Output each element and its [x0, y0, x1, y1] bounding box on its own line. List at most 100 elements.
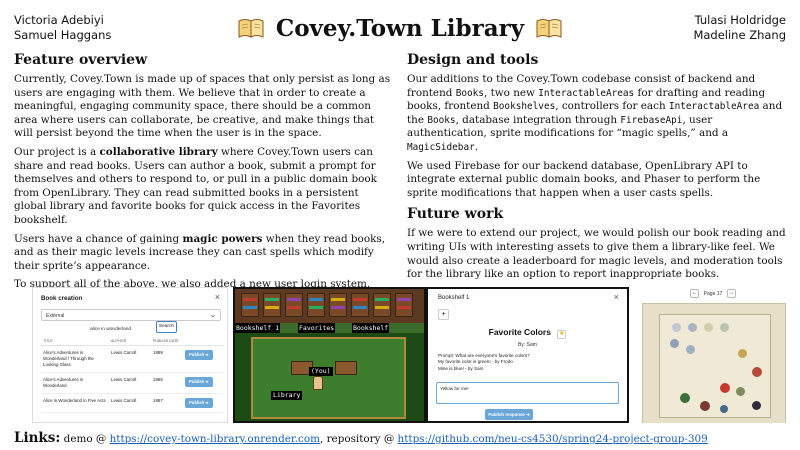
code-text: MagicSidebar: [407, 141, 475, 153]
bookshelf-sprite[interactable]: [373, 293, 391, 317]
bookshelf-sprite[interactable]: [351, 293, 369, 317]
bookshelf-sprite[interactable]: [307, 293, 325, 317]
color-swatch: [672, 323, 681, 332]
author-cell: Lewis Carroll: [109, 372, 151, 394]
section-heading: Feature overview: [14, 52, 148, 68]
color-swatch: [680, 393, 690, 403]
table-row: Alice's Adventures in Wonderland Lewis C…: [41, 372, 223, 394]
publish-button[interactable]: Publish ➔: [185, 350, 213, 360]
color-swatch: [700, 401, 710, 411]
page-number: Page 17: [703, 290, 723, 297]
star-icon[interactable]: ★: [557, 330, 567, 339]
search-input[interactable]: alice in wonderland: [87, 325, 151, 335]
color-swatch: [720, 405, 728, 413]
book-title-cell: Alice's Adventures in Wonderland / Throu…: [41, 345, 109, 373]
next-page-button[interactable]: →: [726, 289, 736, 298]
code-text: Books: [427, 114, 456, 126]
code-text: InteractableAreas: [538, 87, 635, 99]
publish-button[interactable]: Publish ➔: [185, 398, 213, 408]
table-row: Alice's Adventures in Wonderland / Throu…: [41, 345, 223, 373]
book-page-image: [642, 303, 786, 423]
paragraph: Users have a chance of gaining magic pow…: [14, 233, 394, 274]
page-viewer-screenshot: ← Page 17 →: [634, 287, 792, 423]
color-swatch: [752, 367, 762, 377]
source-select[interactable]: External ⌄: [41, 309, 221, 321]
bold-text: collaborative library: [99, 145, 218, 158]
code-text: FirebaseApi: [620, 114, 683, 126]
color-swatch: [738, 349, 747, 358]
column-header: AUTHOR: [109, 337, 151, 346]
links-footer: Links: demo @ https://covey-town-library…: [14, 430, 794, 447]
close-icon[interactable]: ×: [614, 292, 619, 302]
favorites-label: Favorites: [298, 323, 336, 333]
paragraph: We used Firebase for our backend databas…: [407, 159, 761, 199]
bold-text: magic powers: [182, 232, 263, 245]
authors-right: Tulasi Holdridge Madeline Zhang: [693, 13, 786, 43]
library-area-label: Library: [271, 391, 303, 400]
page-title: Covey.Town Library: [0, 12, 800, 46]
title-text: Covey.Town Library: [275, 15, 525, 42]
bookshelf-screenshot: Bookshelf 1 × + Favorite Colors ★ By: Sa…: [426, 287, 629, 423]
bookshelf-sprite[interactable]: [285, 293, 303, 317]
color-swatch: [670, 339, 679, 348]
bookshelf-label: Bookshelf: [352, 323, 390, 333]
game-library-screenshot: Bookshelf 1 Favorites Bookshelf (You) Li…: [233, 287, 426, 423]
author-cell: Lewis Carroll: [109, 393, 151, 413]
close-icon[interactable]: ×: [215, 292, 220, 302]
select-value: External: [46, 313, 65, 319]
date-cell: 1889: [151, 345, 183, 373]
bookshelf-wall: [235, 289, 424, 323]
prev-page-button[interactable]: ←: [690, 289, 700, 298]
column-header: PUBLISH DATE: [151, 337, 183, 346]
content-line: Mine is blue! - by Sam: [438, 365, 484, 371]
book-creation-screenshot: Book creation × External ⌄ alice in wond…: [32, 287, 228, 423]
design-tools-section: Design and tools Our additions to the Co…: [407, 51, 787, 287]
book-title: Favorite Colors ★: [428, 327, 627, 339]
text-run: , two new: [483, 86, 539, 99]
author-cell: Lewis Carroll: [109, 345, 151, 373]
book-title-text: Favorite Colors: [488, 327, 551, 337]
text-run: Our project is a: [14, 145, 100, 158]
publish-button[interactable]: Publish ➔: [185, 377, 213, 387]
color-swatch: [704, 323, 713, 332]
response-textarea[interactable]: Yellow for me!: [436, 382, 619, 404]
results-table: TITLE AUTHOR PUBLISH DATE Alice's Advent…: [41, 337, 223, 413]
open-book-icon: [238, 19, 264, 38]
paragraph: Our additions to the Covey.Town codebase…: [407, 73, 787, 155]
bookshelf-sprite[interactable]: [329, 293, 347, 317]
paragraph: Currently, Covey.Town is made up of spac…: [14, 73, 391, 140]
color-swatch: [686, 345, 695, 354]
section-heading: Design and tools: [407, 52, 539, 68]
search-button[interactable]: Search: [156, 321, 177, 333]
bookshelf-label: Bookshelf 1: [235, 323, 281, 333]
code-text: InteractableArea: [668, 101, 760, 113]
feature-overview-section: Feature overview Currently, Covey.Town i…: [14, 51, 394, 297]
bookshelf-sprite[interactable]: [241, 293, 259, 317]
links-label: Links:: [14, 430, 61, 446]
color-swatch: [720, 383, 730, 393]
book-author: By: Sam: [518, 342, 537, 348]
text-run: , controllers for each: [555, 100, 669, 113]
color-swatch: [736, 387, 745, 396]
publish-response-button[interactable]: Publish response ➔: [485, 409, 533, 420]
add-book-button[interactable]: +: [438, 309, 449, 320]
column-header: TITLE: [41, 337, 109, 346]
modal-title: Book creation: [41, 295, 83, 302]
text-run: Users have a chance of gaining: [14, 232, 183, 245]
text-run: .: [474, 140, 479, 153]
paragraph: If we were to extend our project, we wou…: [407, 227, 786, 281]
text-run: , database integration through: [455, 113, 621, 126]
repository-link[interactable]: https://github.com/neu-cs4530/spring24-p…: [398, 433, 708, 445]
code-text: Bookshelves: [493, 101, 556, 113]
open-book-icon: [536, 19, 562, 38]
bookshelf-sprite[interactable]: [395, 293, 413, 317]
column-header: [183, 337, 223, 346]
player-avatar: [313, 376, 323, 390]
reading-desk[interactable]: [335, 361, 357, 375]
book-title-cell: Alice in Wonderland in Five Acts: [41, 393, 109, 413]
color-plate: [659, 314, 771, 418]
text-run: , repository @: [319, 433, 398, 445]
bookshelf-sprite[interactable]: [263, 293, 281, 317]
demo-link[interactable]: https://covey-town-library.onrender.com: [110, 433, 320, 445]
date-cell: 1865: [151, 372, 183, 394]
